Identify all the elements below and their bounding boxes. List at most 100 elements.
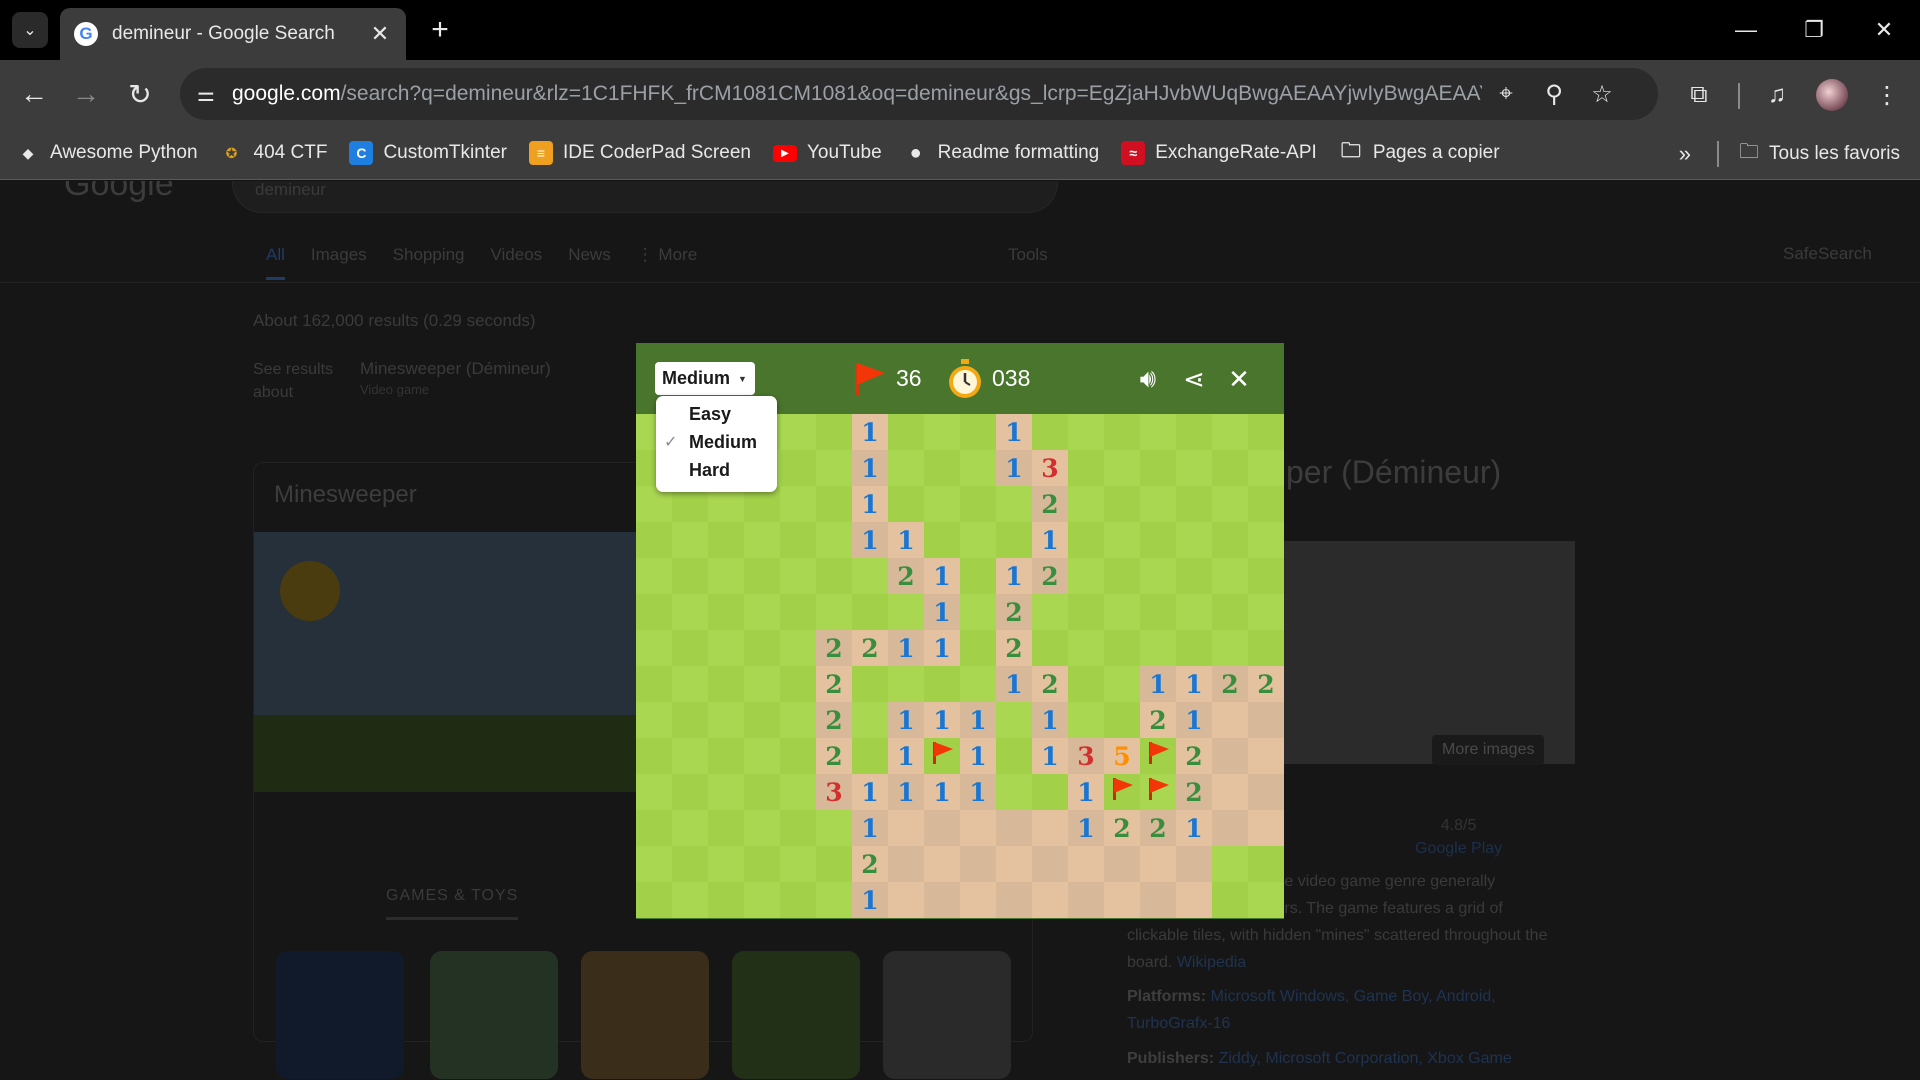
unrevealed-tile[interactable]: [1104, 522, 1140, 558]
revealed-number-tile[interactable]: 2: [816, 630, 852, 666]
unrevealed-tile[interactable]: [780, 882, 816, 918]
unrevealed-tile[interactable]: [1212, 522, 1248, 558]
unrevealed-tile[interactable]: [816, 810, 852, 846]
bookmark-404-ctf[interactable]: ✪ 404 CTF: [220, 141, 328, 165]
game-thumb-2[interactable]: [430, 951, 558, 1079]
revealed-number-tile[interactable]: 1: [924, 630, 960, 666]
media-control-icon[interactable]: ♫: [1756, 74, 1798, 116]
revealed-number-tile[interactable]: 1: [888, 702, 924, 738]
revealed-number-tile[interactable]: 1: [1068, 810, 1104, 846]
revealed-number-tile[interactable]: 1: [1068, 774, 1104, 810]
unrevealed-tile[interactable]: [852, 738, 888, 774]
unrevealed-tile[interactable]: [744, 774, 780, 810]
unrevealed-tile[interactable]: [780, 558, 816, 594]
revealed-number-tile[interactable]: 2: [852, 846, 888, 882]
unrevealed-tile[interactable]: [780, 774, 816, 810]
unrevealed-tile[interactable]: [636, 846, 672, 882]
unrevealed-tile[interactable]: [1248, 522, 1284, 558]
unrevealed-tile[interactable]: [1068, 594, 1104, 630]
unrevealed-tile[interactable]: [924, 450, 960, 486]
unrevealed-tile[interactable]: [1212, 414, 1248, 450]
unrevealed-tile[interactable]: [1032, 414, 1068, 450]
restore-icon[interactable]: ❐: [1788, 8, 1840, 52]
unrevealed-tile[interactable]: [816, 558, 852, 594]
revealed-empty-tile[interactable]: [1212, 774, 1248, 810]
revealed-number-tile[interactable]: 1: [888, 774, 924, 810]
unrevealed-tile[interactable]: [708, 630, 744, 666]
unrevealed-tile[interactable]: [672, 702, 708, 738]
unrevealed-tile[interactable]: [672, 738, 708, 774]
unrevealed-tile[interactable]: [852, 666, 888, 702]
revealed-number-tile[interactable]: 1: [960, 702, 996, 738]
revealed-number-tile[interactable]: 2: [852, 630, 888, 666]
unrevealed-tile[interactable]: [1176, 630, 1212, 666]
unrevealed-tile[interactable]: [1032, 630, 1068, 666]
unrevealed-tile[interactable]: [780, 702, 816, 738]
flagged-tile[interactable]: [924, 738, 960, 774]
unrevealed-tile[interactable]: [1248, 558, 1284, 594]
unrevealed-tile[interactable]: [1248, 450, 1284, 486]
revealed-empty-tile[interactable]: [1068, 882, 1104, 918]
unrevealed-tile[interactable]: [744, 630, 780, 666]
flagged-tile[interactable]: [1140, 738, 1176, 774]
revealed-number-tile[interactable]: 1: [1176, 810, 1212, 846]
unrevealed-tile[interactable]: [1176, 486, 1212, 522]
pacman-game-thumb[interactable]: [276, 951, 404, 1079]
unrevealed-tile[interactable]: [816, 414, 852, 450]
difficulty-option-easy[interactable]: Easy: [656, 400, 777, 428]
unrevealed-tile[interactable]: [636, 522, 672, 558]
revealed-number-tile[interactable]: 1: [888, 522, 924, 558]
unrevealed-tile[interactable]: [1104, 666, 1140, 702]
revealed-number-tile[interactable]: 1: [1176, 702, 1212, 738]
revealed-number-tile[interactable]: 1: [1032, 522, 1068, 558]
revealed-empty-tile[interactable]: [1104, 846, 1140, 882]
unrevealed-tile[interactable]: [1104, 414, 1140, 450]
revealed-number-tile[interactable]: 1: [852, 774, 888, 810]
unrevealed-tile[interactable]: [852, 558, 888, 594]
bookmark-customtkinter[interactable]: C CustomTkinter: [349, 141, 507, 165]
revealed-number-tile[interactable]: 1: [852, 486, 888, 522]
google-logo[interactable]: Google: [64, 181, 174, 204]
unrevealed-tile[interactable]: [708, 774, 744, 810]
revealed-empty-tile[interactable]: [1248, 738, 1284, 774]
unrevealed-tile[interactable]: [1212, 882, 1248, 918]
revealed-number-tile[interactable]: 5: [1104, 738, 1140, 774]
unrevealed-tile[interactable]: [888, 450, 924, 486]
profile-avatar[interactable]: [1811, 74, 1853, 116]
revealed-empty-tile[interactable]: [1140, 882, 1176, 918]
site-info-tune-icon[interactable]: ⚌: [180, 68, 232, 120]
unrevealed-tile[interactable]: [672, 810, 708, 846]
publishers-value[interactable]: Ziddy, Microsoft Corporation, Xbox Game: [1219, 1050, 1512, 1067]
unrevealed-tile[interactable]: [636, 774, 672, 810]
unrevealed-tile[interactable]: [708, 738, 744, 774]
unrevealed-tile[interactable]: [636, 738, 672, 774]
revealed-empty-tile[interactable]: [960, 882, 996, 918]
unrevealed-tile[interactable]: [780, 630, 816, 666]
unrevealed-tile[interactable]: [780, 594, 816, 630]
revealed-number-tile[interactable]: 3: [1032, 450, 1068, 486]
unrevealed-tile[interactable]: [672, 522, 708, 558]
safesearch-button[interactable]: SafeSearch: [1783, 244, 1872, 264]
unrevealed-tile[interactable]: [960, 666, 996, 702]
tab-news[interactable]: News: [568, 245, 611, 280]
tab-videos[interactable]: Videos: [491, 245, 543, 280]
revealed-number-tile[interactable]: 1: [1176, 666, 1212, 702]
window-close-icon[interactable]: ✕: [1858, 8, 1910, 52]
unrevealed-tile[interactable]: [780, 450, 816, 486]
location-pin-icon[interactable]: ⌖: [1482, 70, 1530, 118]
revealed-number-tile[interactable]: 1: [960, 738, 996, 774]
tab-close-icon[interactable]: ✕: [368, 21, 392, 47]
revealed-number-tile[interactable]: 2: [1032, 486, 1068, 522]
revealed-empty-tile[interactable]: [1212, 738, 1248, 774]
revealed-number-tile[interactable]: 1: [888, 738, 924, 774]
unrevealed-tile[interactable]: [708, 594, 744, 630]
unrevealed-tile[interactable]: [744, 882, 780, 918]
unrevealed-tile[interactable]: [1104, 630, 1140, 666]
unrevealed-tile[interactable]: [852, 594, 888, 630]
unrevealed-tile[interactable]: [1140, 558, 1176, 594]
unrevealed-tile[interactable]: [852, 702, 888, 738]
revealed-number-tile[interactable]: 2: [1032, 666, 1068, 702]
unrevealed-tile[interactable]: [1212, 846, 1248, 882]
more-bookmarks-chevron-icon[interactable]: »: [1679, 141, 1691, 167]
unrevealed-tile[interactable]: [1212, 450, 1248, 486]
